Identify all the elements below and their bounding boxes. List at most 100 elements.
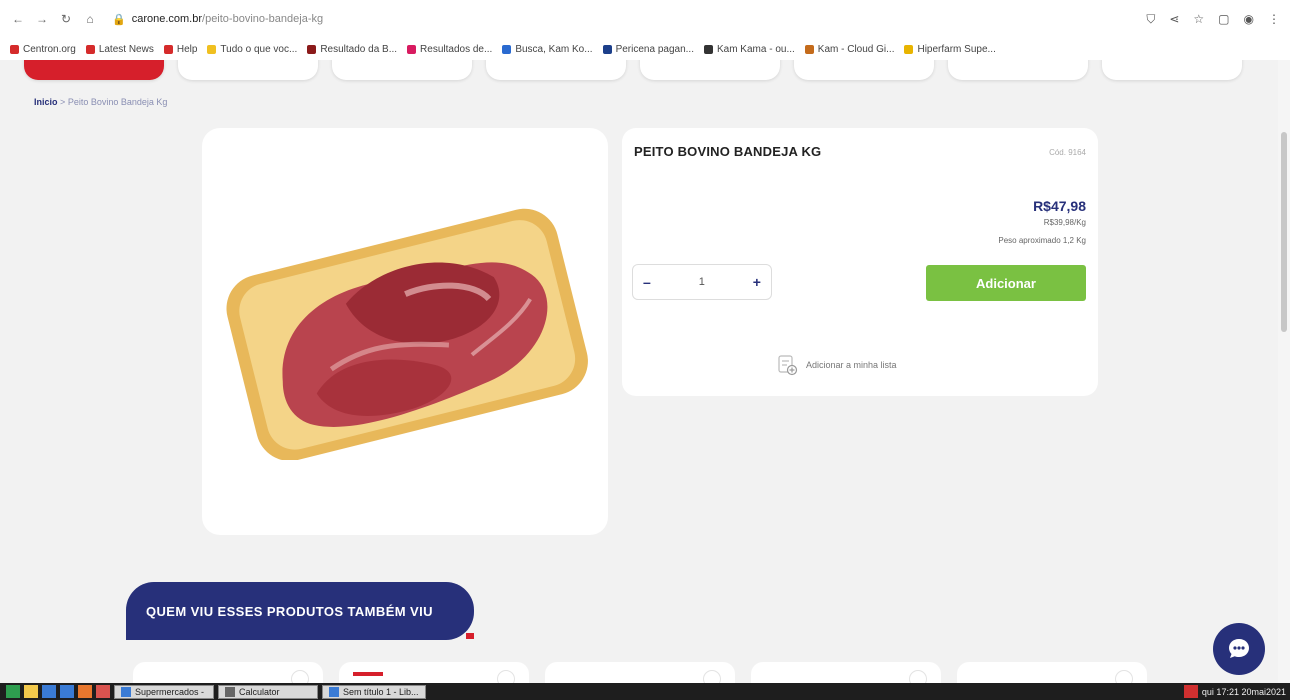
- increment-button[interactable]: +: [753, 274, 761, 290]
- bookmarks-bar: Centron.org Latest News Help Tudo o que …: [0, 38, 1290, 60]
- favorite-icon[interactable]: [703, 670, 721, 683]
- section-title: QUEM VIU ESSES PRODUTOS TAMBÉM VIU: [146, 603, 433, 619]
- related-product-card[interactable]: [545, 662, 735, 683]
- product-price: R$47,98: [1033, 198, 1086, 214]
- approx-weight: Peso aproximado 1,2 Kg: [998, 236, 1086, 245]
- document-window-icon: [329, 686, 339, 697]
- banner-accent: [466, 633, 474, 639]
- bookmark-favicon-icon: [502, 44, 512, 54]
- share-icon[interactable]: ⋖: [1169, 12, 1179, 26]
- tab-icon[interactable]: ▢: [1218, 12, 1229, 26]
- bookmark-item[interactable]: Busca, Kam Ko...: [502, 44, 593, 55]
- bookmark-favicon-icon: [85, 44, 95, 54]
- category-pill[interactable]: [1102, 60, 1242, 80]
- firefox-icon[interactable]: [78, 685, 92, 698]
- address-path: /peito-bovino-bandeja-kg: [202, 13, 324, 25]
- back-icon[interactable]: ←: [10, 11, 26, 27]
- product-image-card: [202, 128, 608, 535]
- related-product-card[interactable]: [133, 662, 323, 683]
- bookmark-favicon-icon: [703, 44, 713, 54]
- bookmark-item[interactable]: Resultados de...: [407, 44, 492, 55]
- clock[interactable]: qui 17:21 20mai2021: [1202, 687, 1286, 697]
- scrollbar-thumb[interactable]: [1281, 132, 1287, 332]
- taskbar-window-browser[interactable]: Supermercados -: [114, 684, 214, 699]
- desktop-icon[interactable]: [42, 685, 56, 698]
- product-title: PEITO BOVINO BANDEJA KG: [634, 144, 822, 159]
- product-code: Cód. 9164: [1049, 148, 1086, 157]
- category-pill[interactable]: [794, 60, 934, 80]
- forward-icon[interactable]: →: [34, 11, 50, 27]
- reload-icon[interactable]: ↻: [58, 11, 74, 27]
- product-info-card: PEITO BOVINO BANDEJA KG Cód. 9164 R$47,9…: [622, 128, 1098, 396]
- category-pill[interactable]: [640, 60, 780, 80]
- quantity-value[interactable]: 1: [699, 276, 705, 288]
- profile-icon[interactable]: ◉: [1244, 12, 1254, 26]
- category-pill[interactable]: [486, 60, 626, 80]
- bookmark-item[interactable]: Centron.org: [10, 44, 76, 55]
- bookmark-item[interactable]: Hiperfarm Supe...: [904, 44, 996, 55]
- promo-tag: [353, 672, 383, 676]
- bookmark-item[interactable]: Tudo o que voc...: [207, 44, 297, 55]
- product-image: [226, 208, 588, 460]
- bookmark-item[interactable]: Help: [163, 44, 197, 55]
- bookmark-item[interactable]: Latest News: [85, 44, 154, 55]
- bookmark-favicon-icon: [307, 44, 317, 54]
- bookmark-favicon-icon: [10, 44, 19, 54]
- favorite-icon[interactable]: [909, 670, 927, 683]
- system-tray: qui 17:21 20mai2021: [1183, 685, 1290, 698]
- taskbar-window-calculator[interactable]: Calculator: [218, 684, 318, 699]
- breadcrumb-home[interactable]: Inicio: [34, 97, 58, 107]
- favorite-icon[interactable]: [291, 670, 309, 683]
- lock-icon: 🔒: [112, 13, 126, 26]
- decrement-button[interactable]: –: [643, 274, 651, 290]
- notification-icon[interactable]: [1183, 685, 1198, 698]
- favorite-icon[interactable]: [497, 670, 515, 683]
- address-host: carone.com.br: [131, 13, 203, 25]
- category-nav: [24, 60, 1242, 80]
- category-pill[interactable]: [948, 60, 1088, 80]
- add-to-cart-button[interactable]: Adicionar: [926, 265, 1086, 301]
- add-to-list-link[interactable]: Adicionar a minha lista: [776, 354, 897, 376]
- breadcrumb-separator: >: [60, 97, 66, 107]
- start-menu-icon[interactable]: [6, 685, 20, 698]
- chat-bubble-icon: [1229, 639, 1249, 658]
- unit-price: R$39,98/Kg: [1043, 218, 1086, 227]
- browser-toolbar: ← → ↻ ⌂ 🔒 carone.com.br /peito-bovino-ba…: [0, 0, 1290, 38]
- extension-icon[interactable]: ⛉: [1146, 12, 1155, 27]
- menu-kebab-icon[interactable]: ⋮: [1268, 12, 1280, 26]
- bookmark-item[interactable]: Kam - Cloud Gi...: [804, 44, 894, 55]
- browser-window-icon: [121, 686, 131, 697]
- address-bar[interactable]: 🔒 carone.com.br /peito-bovino-bandeja-kg: [106, 8, 386, 30]
- bookmark-favicon-icon: [904, 44, 914, 54]
- home-icon[interactable]: ⌂: [82, 11, 98, 27]
- bookmark-item[interactable]: Resultado da B...: [307, 44, 397, 55]
- bookmark-favicon-icon: [804, 44, 814, 54]
- related-product-card[interactable]: [339, 662, 529, 683]
- browser-actions: ⛉ ⋖ ☆ ▢ ◉ ⋮: [1146, 12, 1280, 27]
- page-scrollbar[interactable]: [1278, 60, 1290, 683]
- terminal-icon[interactable]: [60, 685, 74, 698]
- bookmark-favicon-icon: [163, 44, 173, 54]
- category-pill[interactable]: [178, 60, 318, 80]
- bookmark-item[interactable]: Kam Kama - ou...: [703, 44, 795, 55]
- bookmark-star-icon[interactable]: ☆: [1193, 12, 1204, 26]
- category-pill[interactable]: [332, 60, 472, 80]
- category-pill-active[interactable]: [24, 60, 164, 80]
- favorite-icon[interactable]: [1115, 670, 1133, 683]
- app-launcher-icon[interactable]: [96, 685, 110, 698]
- taskbar-window-document[interactable]: Sem título 1 - Lib...: [322, 684, 426, 699]
- bookmark-favicon-icon: [407, 44, 417, 54]
- breadcrumb-current: Peito Bovino Bandeja Kg: [67, 97, 168, 107]
- related-products-row: [133, 662, 1147, 683]
- chat-button[interactable]: [1213, 623, 1265, 675]
- file-manager-icon[interactable]: [24, 685, 38, 698]
- bookmark-item[interactable]: Pericena pagan...: [602, 44, 694, 55]
- section-title-banner: QUEM VIU ESSES PRODUTOS TAMBÉM VIU: [126, 582, 474, 640]
- related-product-card[interactable]: [957, 662, 1147, 683]
- calculator-window-icon: [225, 686, 235, 697]
- add-to-list-label: Adicionar a minha lista: [806, 360, 897, 370]
- page-viewport: Inicio > Peito Bovino Bandeja Kg PEITO B…: [0, 60, 1278, 683]
- related-product-card[interactable]: [751, 662, 941, 683]
- bookmark-favicon-icon: [207, 44, 217, 54]
- bookmark-favicon-icon: [602, 44, 612, 54]
